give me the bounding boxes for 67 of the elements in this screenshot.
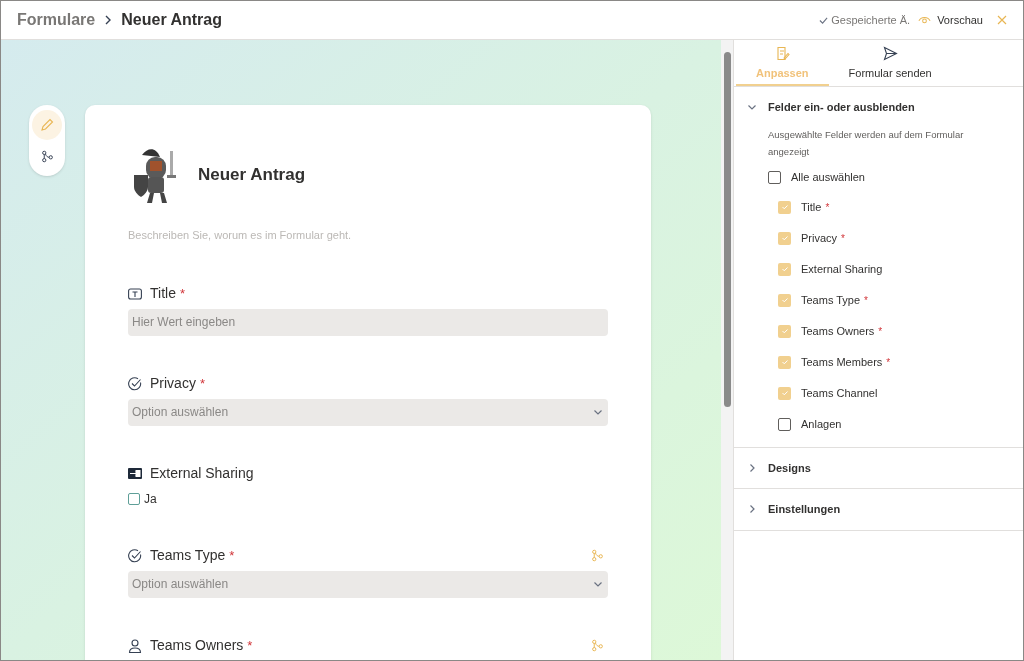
eye-icon (918, 15, 932, 25)
text-field-icon (128, 287, 142, 300)
field-option: Teams Owners (801, 322, 875, 340)
person-icon (128, 638, 142, 653)
checkbox[interactable] (778, 324, 791, 338)
preview-button[interactable]: Vorschau (918, 11, 983, 29)
checkbox[interactable] (768, 170, 781, 184)
check-circle-icon (128, 376, 142, 391)
form-edit-icon (774, 46, 790, 61)
checkbox[interactable] (778, 231, 791, 245)
form-description: Beschreiben Sie, worum es im Formular geht. (128, 228, 353, 243)
checkbox[interactable] (778, 355, 791, 369)
checkmark-icon (780, 389, 789, 397)
checkmark-icon (780, 265, 789, 273)
page-title: Neuer Antrag (121, 10, 222, 30)
section-hint: Ausgewählte Felder werden auf dem Formular angezeigt (768, 128, 965, 159)
toggle-icon (128, 468, 142, 479)
edit-button[interactable] (32, 110, 62, 140)
field-label: External Sharing (150, 464, 254, 483)
field-option: Title (801, 198, 822, 216)
section-header[interactable]: Designs (746, 459, 1011, 476)
checkbox[interactable] (778, 417, 791, 431)
checkbox[interactable] (778, 386, 791, 400)
checkmark-icon (819, 15, 829, 25)
scrollbar[interactable] (721, 40, 733, 660)
field-option: Teams Channel (801, 384, 878, 402)
save-status: Gespeicherte Ä. (831, 12, 911, 28)
checkbox[interactable] (778, 262, 791, 276)
required-mark: * (199, 374, 205, 393)
checkbox[interactable] (128, 492, 140, 505)
field-option: Teams Members (801, 353, 883, 371)
breadcrumb-link[interactable]: Formulare (17, 8, 96, 32)
field-option: External Sharing (801, 260, 883, 278)
field-label: Teams Owners (150, 636, 244, 655)
field-option: Privacy (801, 229, 838, 247)
required-mark: * (229, 546, 235, 565)
check-circle-icon (128, 548, 142, 563)
checkbox-label: Alle auswählen (791, 170, 865, 185)
pencil-icon (40, 118, 54, 132)
field-option: Anlagen (801, 415, 842, 433)
field-label: Title (150, 284, 176, 303)
section-header[interactable]: Felder ein- oder ausblenden (746, 98, 1011, 115)
field-label: Teams Type (150, 546, 226, 565)
checkmark-icon (780, 327, 789, 335)
required-mark: * (179, 284, 185, 303)
field-label: Privacy (150, 374, 196, 393)
checkmark-icon (780, 203, 789, 211)
text-input-field[interactable]: Hier Wert eingeben (128, 308, 608, 336)
field-option: Teams Type (801, 291, 861, 309)
required-mark: * (841, 231, 845, 246)
required-mark: * (886, 355, 891, 370)
checkmark-icon (780, 358, 789, 366)
checkbox[interactable] (778, 200, 791, 214)
checkmark-icon (780, 296, 789, 304)
section-header[interactable]: Einstellungen (746, 501, 1011, 518)
checkmark-icon (780, 234, 789, 242)
form-title: Neuer Antrag (198, 164, 306, 187)
required-mark: * (825, 200, 830, 215)
required-mark: * (864, 293, 868, 308)
send-icon (882, 46, 898, 61)
tab[interactable]: Formular senden (828, 46, 952, 86)
checkbox[interactable] (778, 293, 791, 307)
required-mark: * (878, 324, 883, 339)
checkbox-label: Ja (144, 490, 157, 508)
required-mark: * (247, 636, 253, 655)
branch-icon[interactable] (40, 150, 54, 163)
close-icon[interactable] (997, 15, 1007, 25)
